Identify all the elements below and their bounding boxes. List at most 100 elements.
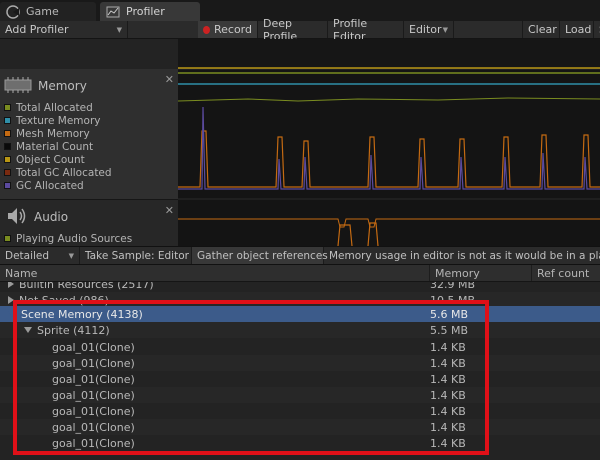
memory-module[interactable]: Memory ✕ Total Allocated Texture Memory …	[0, 69, 178, 199]
view-mode-label: Detailed	[5, 249, 50, 262]
row-name-text: Sprite (4112)	[37, 323, 110, 337]
row-name-text: goal_01(Clone)	[52, 436, 135, 450]
row-memory: 32.9 MB	[430, 282, 476, 291]
legend-label: Playing Audio Sources	[16, 232, 133, 245]
legend-playing-audio-sources[interactable]: Playing Audio Sources	[0, 232, 178, 245]
tree-row-goal-clone[interactable]: goal_01(Clone) 1.4 KB	[0, 403, 600, 419]
legend-total-gc-allocated[interactable]: Total GC Allocated	[0, 166, 178, 179]
tree-row-goal-clone[interactable]: goal_01(Clone) 1.4 KB	[0, 419, 600, 435]
close-icon[interactable]: ✕	[165, 73, 174, 86]
take-sample-button[interactable]: Take Sample: Editor	[80, 247, 192, 264]
column-name-header[interactable]: Name	[0, 265, 430, 281]
editor-memory-note-text: Memory usage in editor is not as it woul…	[329, 249, 600, 262]
legend-label: Texture Memory	[16, 114, 101, 127]
add-profiler-dropdown[interactable]: Add Profiler ▼	[0, 21, 128, 38]
record-button[interactable]: Record	[198, 21, 258, 38]
row-name-text: goal_01(Clone)	[52, 404, 135, 418]
profiler-modules-panel: Memory ✕ Total Allocated Texture Memory …	[0, 39, 178, 246]
memory-detail-toolbar: Detailed ▼ Take Sample: Editor Gather ob…	[0, 246, 600, 265]
dropdown-arrow-icon: ▼	[68, 251, 74, 260]
audio-line	[178, 218, 600, 228]
row-name: Sprite (4112)	[24, 322, 110, 338]
row-name-text: goal_01(Clone)	[52, 356, 135, 370]
view-mode-dropdown[interactable]: Detailed ▼	[0, 247, 80, 264]
legend-material-count[interactable]: Material Count	[0, 140, 178, 153]
deep-profile-button[interactable]: Deep Profile	[258, 17, 328, 43]
column-refcount-label: Ref count	[537, 266, 590, 280]
editor-target-label: Editor	[409, 23, 442, 36]
legend-mesh-memory[interactable]: Mesh Memory	[0, 127, 178, 140]
row-memory: 1.4 KB	[430, 388, 466, 402]
tree-row-goal-clone[interactable]: goal_01(Clone) 1.4 KB	[0, 339, 600, 355]
column-memory-header[interactable]: Memory	[430, 265, 532, 281]
expand-arrow-icon[interactable]	[8, 296, 14, 304]
save-button[interactable]: Sa	[594, 21, 600, 38]
tab-game-label: Game	[26, 5, 59, 18]
legend-texture-memory[interactable]: Texture Memory	[0, 114, 178, 127]
profiler-graph-area[interactable]	[178, 39, 600, 246]
legend-label: Material Count	[16, 140, 94, 153]
collapse-arrow-icon[interactable]	[24, 327, 32, 333]
column-refcount-header[interactable]: Ref count	[532, 265, 600, 281]
memory-tree: Builtin Resources (2517) 32.9 MB Not Sav…	[0, 282, 600, 460]
legend-swatch	[4, 169, 11, 176]
memory-module-header: Memory ✕	[0, 73, 178, 99]
close-icon[interactable]: ✕	[165, 204, 174, 217]
row-name-text: Scene Memory (4138)	[21, 307, 143, 321]
tree-row-sprite[interactable]: Sprite (4112) 5.5 MB	[0, 322, 600, 338]
profile-editor-button[interactable]: Profile Editor	[328, 17, 404, 43]
legend-label: GC Allocated	[16, 179, 84, 192]
row-memory: 1.4 KB	[430, 404, 466, 418]
memory-chip-icon	[4, 76, 32, 97]
row-name: Builtin Resources (2517)	[8, 282, 154, 292]
legend-total-allocated[interactable]: Total Allocated	[0, 101, 178, 114]
legend-object-count[interactable]: Object Count	[0, 153, 178, 166]
tree-row-builtin-resources[interactable]: Builtin Resources (2517) 32.9 MB	[0, 282, 600, 292]
column-name-label: Name	[5, 266, 38, 280]
audio-module-title: Audio	[34, 210, 69, 224]
gather-references-toggle[interactable]: Gather object references	[192, 247, 328, 264]
audio-module-header: Audio ✕	[0, 204, 178, 230]
tab-game[interactable]: Game	[0, 2, 96, 21]
row-name-text: goal_01(Clone)	[52, 340, 135, 354]
tree-row-goal-clone[interactable]: goal_01(Clone) 1.4 KB	[0, 371, 600, 387]
tree-row-goal-clone[interactable]: goal_01(Clone) 1.4 KB	[0, 435, 600, 451]
profiler-toolbar: Add Profiler ▼ Record Deep Profile Profi…	[0, 17, 600, 43]
legend-gc-allocated[interactable]: GC Allocated	[0, 179, 178, 192]
clear-label: Clear	[528, 23, 557, 36]
tree-row-goal-clone[interactable]: goal_01(Clone) 1.4 KB	[0, 387, 600, 403]
unity-window: { "tabs":[{"label":"Game","icon":"game-c…	[0, 0, 600, 460]
audio-module[interactable]: Audio ✕ Playing Audio Sources	[0, 199, 178, 246]
row-memory: 1.4 KB	[430, 356, 466, 370]
legend-swatch	[4, 182, 11, 189]
row-memory: 5.5 MB	[430, 323, 469, 337]
take-sample-label: Take Sample: Editor	[85, 249, 189, 262]
record-label: Record	[213, 23, 252, 36]
profiler-graph	[178, 39, 600, 246]
legend-swatch	[4, 130, 11, 137]
tab-profiler-label: Profiler	[126, 5, 165, 18]
tree-row-goal-clone[interactable]: goal_01(Clone) 1.4 KB	[0, 355, 600, 371]
gather-references-label: Gather object references	[197, 249, 328, 262]
editor-target-dropdown[interactable]: Editor ▼	[404, 21, 454, 38]
tab-profiler[interactable]: Profiler	[100, 2, 200, 21]
profiler-icon	[106, 5, 120, 19]
record-icon	[203, 25, 210, 34]
row-name-text: goal_01(Clone)	[52, 420, 135, 434]
editor-memory-note: Memory usage in editor is not as it woul…	[324, 247, 600, 264]
cpu-module-collapsed[interactable]	[0, 39, 178, 69]
row-name: Scene Memory (4138)	[8, 306, 143, 322]
legend-label: Total Allocated	[16, 101, 93, 114]
expand-arrow-icon[interactable]	[8, 282, 14, 288]
legend-label: Mesh Memory	[16, 127, 90, 140]
row-name-text: Builtin Resources (2517)	[19, 282, 154, 291]
legend-swatch	[4, 143, 11, 150]
row-name-text: Not Saved (986)	[19, 293, 109, 307]
speaker-icon	[6, 205, 28, 230]
load-button[interactable]: Load	[560, 21, 594, 38]
legend-label: Object Count	[16, 153, 85, 166]
collapse-arrow-icon[interactable]	[8, 311, 16, 317]
tree-column-headers: Name Memory Ref count	[0, 265, 600, 282]
clear-button[interactable]: Clear	[522, 21, 560, 38]
tree-row-scene-memory[interactable]: Scene Memory (4138) 5.6 MB	[0, 306, 600, 322]
